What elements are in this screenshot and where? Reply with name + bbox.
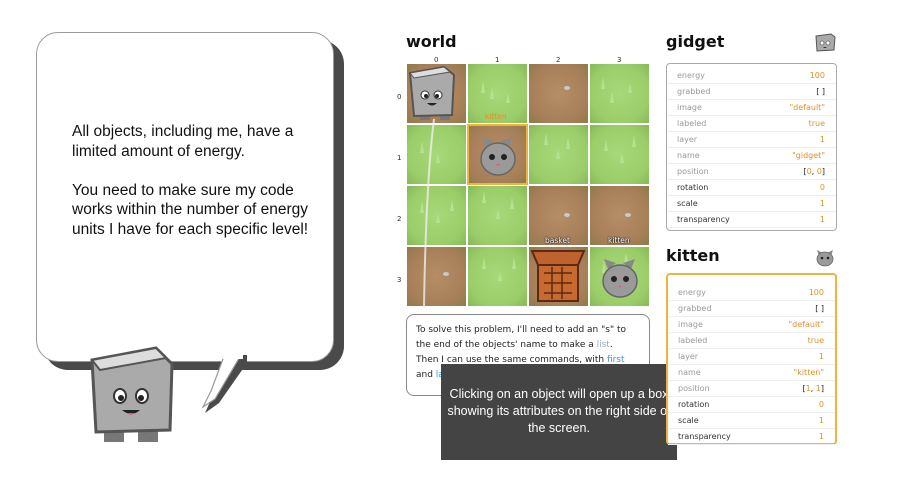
attribute-value: true (808, 119, 825, 128)
kitten-attributes-panel: energy 100 grabbed [ ] image "default" labeled… (666, 273, 837, 445)
kitten-sprite-icon (602, 259, 638, 298)
attribute-value: "default" (789, 103, 825, 112)
row-label: 3 (397, 276, 402, 284)
object-label-kitten: kitten (608, 236, 630, 245)
attribute-value: 1 (818, 432, 824, 441)
attribute-row: name "kitten" (668, 365, 835, 381)
attribute-value: 1 (819, 215, 825, 224)
attribute-key: position (678, 384, 710, 393)
gidget-robot-icon (90, 346, 174, 442)
attribute-key: transparency (678, 432, 731, 441)
attribute-value: true (807, 336, 824, 345)
attribute-row: transparency 1 (668, 429, 835, 445)
attribute-key: energy (678, 288, 706, 297)
attribute-key: labeled (678, 336, 708, 345)
kitten-panel-title: kitten (666, 246, 720, 265)
gidget-panel-title: gidget (666, 32, 725, 51)
attribute-row: layer 1 (667, 132, 836, 148)
world-title: world (406, 32, 457, 51)
bubble-message: All objects, including me, have a limite… (72, 123, 309, 238)
attribute-row: transparency 1 (667, 212, 836, 228)
attribute-row: image "default" (667, 100, 836, 116)
code-text-fragment: the end of the objects' name to make a (416, 340, 597, 350)
attribute-value: [ ] (815, 304, 824, 313)
world-decorations (408, 65, 638, 307)
attribute-value: "gidget" (792, 151, 825, 160)
attribute-key: energy (677, 71, 705, 80)
attribute-key: scale (677, 199, 698, 208)
gidget-attributes-panel: energy 100 grabbed [ ] image "default" labeled… (666, 63, 837, 231)
attribute-key: image (678, 320, 703, 329)
attribute-value: [1, 1] (802, 384, 824, 393)
row-label: 2 (397, 215, 402, 223)
attribute-value: [0, 0] (803, 167, 825, 176)
attribute-value: 1 (819, 135, 825, 144)
object-label-basket: basket (545, 236, 570, 245)
position-close: ] (821, 167, 825, 176)
attribute-value: 0 (819, 183, 825, 192)
attribute-value: 1 (818, 352, 824, 361)
kitten-thumbnail-icon[interactable] (814, 246, 836, 268)
attribute-row: rotation 0 (668, 397, 835, 413)
attribute-key: grabbed (678, 304, 712, 313)
attribute-value: [ ] (816, 87, 825, 96)
attribute-key: transparency (677, 215, 730, 224)
attribute-row: labeled true (667, 116, 836, 132)
attribute-row: scale 1 (668, 413, 835, 429)
attribute-key: name (677, 151, 700, 160)
attribute-row: image "default" (668, 317, 835, 333)
attribute-row: name "gidget" (667, 148, 836, 164)
attribute-row: rotation 0 (667, 180, 836, 196)
row-label: 1 (397, 154, 402, 162)
attribute-key: scale (678, 416, 699, 425)
attribute-key: image (677, 103, 702, 112)
attribute-value: 0 (818, 400, 824, 409)
object-label-kitten: kitten (485, 112, 507, 121)
attribute-row: scale 1 (667, 196, 836, 212)
attribute-key: layer (677, 135, 698, 144)
attribute-value: "kitten" (793, 368, 824, 377)
attribute-row: position [1, 1] (668, 381, 835, 397)
attribute-row: energy 100 (667, 68, 836, 84)
kitten-sprite-icon (480, 137, 516, 176)
gidget-thumbnail-icon[interactable] (814, 33, 836, 53)
attribute-key: layer (678, 352, 699, 361)
attribute-row: grabbed [ ] (668, 301, 835, 317)
attribute-value: 1 (819, 199, 825, 208)
attribute-key: rotation (678, 400, 710, 409)
attribute-row: position [0, 0] (667, 164, 836, 180)
list-link[interactable]: list (597, 340, 610, 350)
attribute-value: 1 (818, 416, 824, 425)
attribute-row: labeled true (668, 333, 835, 349)
attribute-key: rotation (677, 183, 709, 192)
code-text-fragment: . (609, 340, 613, 350)
row-label: 0 (397, 93, 402, 101)
attribute-value: 100 (808, 288, 824, 297)
code-line: To solve this problem, I'll need to add … (416, 325, 626, 335)
attribute-row: grabbed [ ] (667, 84, 836, 100)
attribute-key: grabbed (677, 87, 711, 96)
gidget-sprite-icon (408, 65, 456, 120)
position-close: ] (820, 384, 824, 393)
attribute-value: 100 (809, 71, 825, 80)
basket-sprite-icon (530, 250, 586, 302)
attribute-row: layer 1 (668, 349, 835, 365)
code-text-fragment: and (416, 370, 436, 380)
attribute-row: energy 100 (668, 285, 835, 301)
speech-bubble-tail (201, 355, 247, 413)
attribute-key: name (678, 368, 701, 377)
code-line: the end of the objects' name to make a l… (416, 338, 642, 353)
tooltip-text: Clicking on an object will open up a box… (447, 387, 671, 435)
attribute-key: position (677, 167, 709, 176)
attribute-key: labeled (677, 119, 707, 128)
attribute-value: "default" (788, 320, 824, 329)
